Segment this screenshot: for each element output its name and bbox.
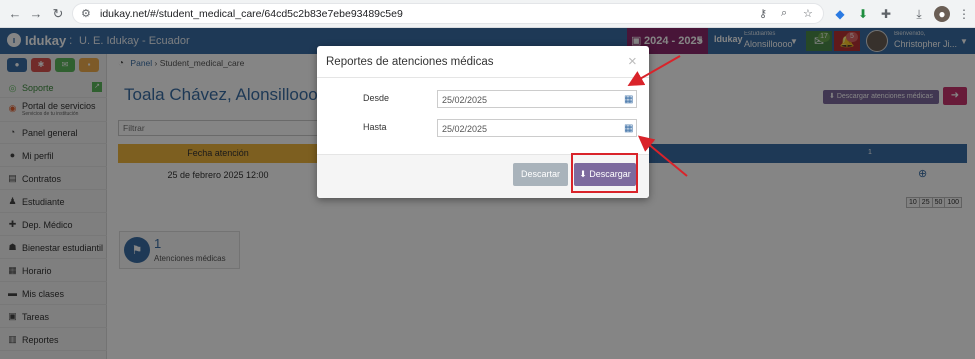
to-date-field[interactable]: 25/02/2025 ▦ (437, 119, 637, 137)
calendar-icon[interactable]: ▦ (624, 94, 633, 105)
from-label: Desde (363, 93, 390, 103)
back-arrow-icon[interactable]: ← (6, 5, 24, 23)
from-date-field[interactable]: 25/02/2025 ▦ (437, 90, 637, 108)
extensions-puzzle-icon[interactable]: ✚ (878, 6, 894, 22)
from-date-value[interactable]: 25/02/2025 (442, 95, 487, 105)
browser-toolbar: ← → ↻ ⚙ idukay.net/#/student_medical_car… (0, 0, 975, 28)
discard-button[interactable]: Descartar (513, 163, 568, 186)
to-label: Hasta (363, 122, 387, 132)
extension-color-icon[interactable]: ◆ (832, 6, 848, 22)
modal-header: Reportes de atenciones médicas × (317, 46, 649, 78)
forward-arrow-icon[interactable]: → (27, 5, 45, 23)
calendar-icon[interactable]: ▦ (624, 123, 633, 134)
extension-download-icon[interactable]: ⬇ (855, 6, 871, 22)
browser-menu-icon[interactable]: ⋮ (956, 6, 972, 22)
reload-icon[interactable]: ↻ (49, 5, 67, 23)
profile-avatar-icon[interactable]: ● (934, 6, 950, 22)
close-icon[interactable]: × (628, 53, 637, 70)
zoom-icon[interactable]: ⌕ (781, 7, 787, 20)
highlight-box (571, 153, 638, 193)
site-settings-icon[interactable]: ⚙ (81, 7, 91, 20)
modal-title: Reportes de atenciones médicas (326, 56, 494, 68)
password-key-icon[interactable]: ⚷ (759, 7, 767, 20)
address-bar[interactable]: ⚙ idukay.net/#/student_medical_care/64cd… (72, 3, 824, 24)
url-text[interactable]: idukay.net/#/student_medical_care/64cd5c… (100, 8, 403, 20)
to-date-value[interactable]: 25/02/2025 (442, 124, 487, 134)
downloads-icon[interactable]: ⤓ (911, 6, 927, 22)
bookmark-star-icon[interactable]: ☆ (803, 7, 813, 20)
